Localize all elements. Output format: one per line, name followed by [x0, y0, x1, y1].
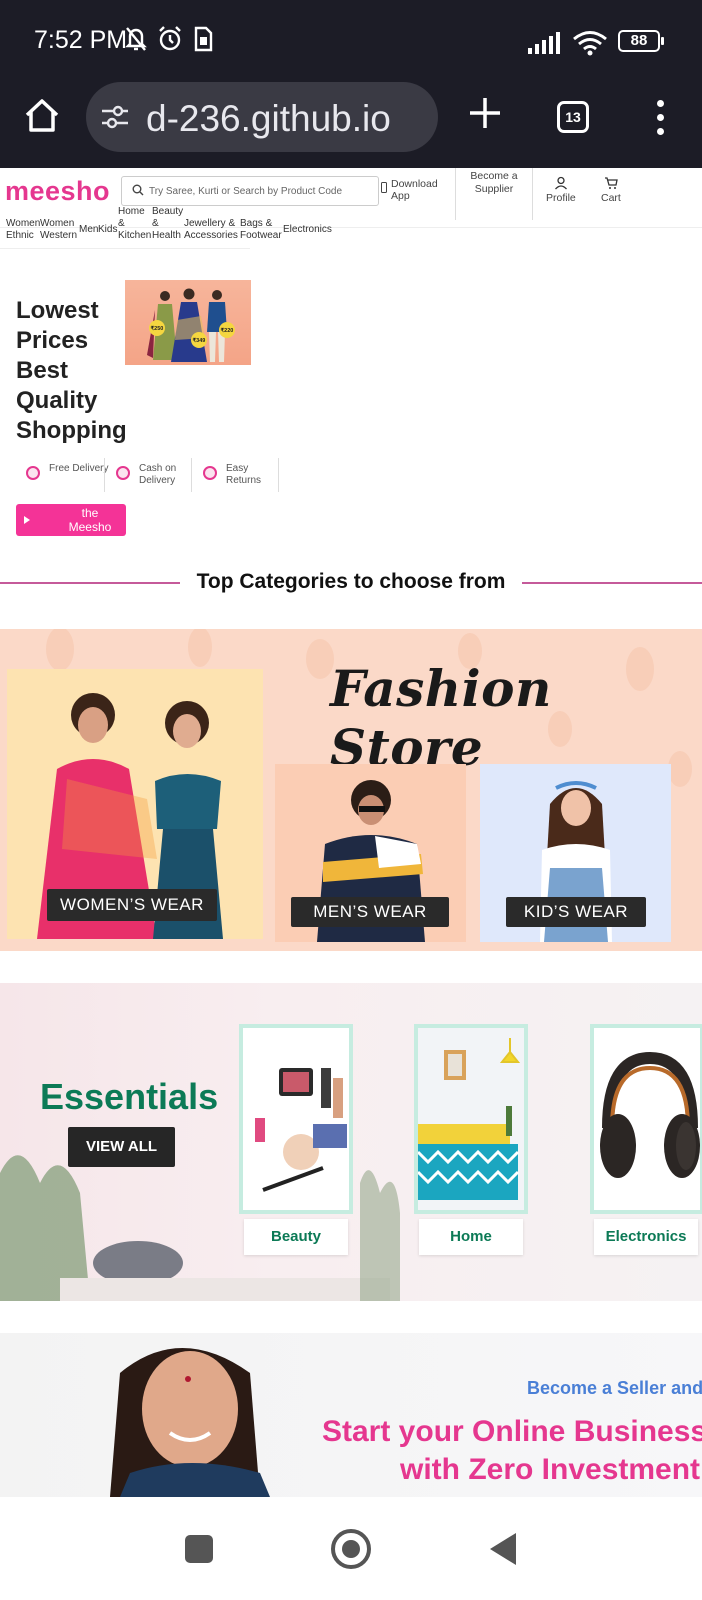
tab-switcher-button[interactable]: 13 — [557, 101, 589, 133]
cosmetics-image — [255, 1068, 347, 1192]
beauty-label[interactable]: Beauty — [244, 1219, 348, 1255]
browser-chrome: 7:52 PM 88 d-236.github.io 13 — [0, 0, 702, 168]
feature-cash-on-delivery: Cash on Delivery — [106, 458, 196, 492]
nav-bags-footwear[interactable]: Bags & Footwear — [240, 218, 284, 242]
hero-title: Lowest Prices Best Quality Shopping — [16, 297, 127, 444]
home-nav-icon[interactable] — [331, 1529, 371, 1569]
home-icon[interactable] — [22, 96, 62, 136]
mens-wear-label: MEN’S WEAR — [291, 897, 449, 927]
nav-home-kitchen[interactable]: Home & Kitchen — [118, 206, 154, 242]
sim-card-icon — [194, 26, 213, 52]
nav-women-ethnic[interactable]: Women Ethnic — [6, 218, 40, 242]
seller-headline-line1: Start your Online Business — [322, 1415, 702, 1448]
cta-label: the Meesho — [68, 506, 112, 534]
price-tag: ₹220 — [221, 327, 234, 334]
view-all-button[interactable]: VIEW ALL — [68, 1127, 175, 1167]
beauty-card-image[interactable] — [239, 1024, 353, 1214]
bell-off-icon — [125, 27, 147, 51]
wifi-icon — [573, 31, 607, 56]
profile-label: Profile — [546, 192, 576, 204]
feature-easy-returns: Easy Returns — [193, 458, 283, 492]
download-app-link[interactable]: Download App — [381, 178, 451, 202]
nav-jewellery-accessories[interactable]: Jewellery & Accessories — [184, 218, 240, 242]
seller-woman-image — [110, 1348, 270, 1497]
free-delivery-icon — [26, 466, 40, 480]
feature-label: Free Delivery — [49, 463, 109, 474]
feature-divider — [191, 458, 192, 492]
fashion-store-title: Fashion Store — [330, 659, 552, 777]
feature-label: Cash on Delivery — [139, 463, 177, 486]
seller-headline-line2: with Zero Investment — [400, 1453, 701, 1486]
search-icon — [132, 184, 144, 196]
cart-link[interactable]: Cart — [601, 176, 621, 204]
profile-link[interactable]: Profile — [546, 176, 576, 204]
site-settings-icon[interactable] — [100, 104, 130, 130]
easy-returns-icon — [203, 466, 217, 480]
address-bar[interactable]: d-236.github.io — [86, 82, 438, 152]
search-box[interactable] — [121, 176, 379, 206]
feature-divider — [104, 458, 105, 492]
home-card-image[interactable] — [414, 1024, 528, 1214]
fashion-store-banner[interactable]: Fashion Store WOMEN’S WEAR MEN’S WEAR KI… — [0, 629, 702, 951]
search-input[interactable] — [149, 181, 375, 201]
top-categories-heading-text: Top Categories to choose from — [190, 570, 512, 593]
nav-electronics[interactable]: Electronics — [283, 224, 332, 236]
top-categories-heading: Top Categories to choose from — [0, 570, 702, 594]
feature-divider — [278, 458, 279, 492]
become-seller-banner[interactable]: Become a Seller and Start your Online Bu… — [0, 1333, 702, 1497]
nav-divider — [0, 248, 250, 249]
seller-subtitle: Become a Seller and — [527, 1378, 702, 1398]
electronics-label[interactable]: Electronics — [594, 1219, 698, 1255]
womens-wear-label: WOMEN’S WEAR — [47, 889, 217, 921]
battery-indicator: 88 — [618, 30, 664, 52]
nav-women-western[interactable]: Women Western — [40, 218, 80, 242]
cart-label: Cart — [601, 192, 621, 204]
mens-wear-panel[interactable]: MEN’S WEAR — [275, 764, 466, 942]
user-icon — [554, 176, 567, 190]
feature-label: Easy Returns — [226, 463, 262, 486]
play-store-icon — [24, 516, 30, 524]
feature-strip: Free Delivery Cash on Delivery Easy Retu… — [16, 458, 286, 494]
header-divider — [532, 168, 533, 220]
back-icon[interactable] — [490, 1533, 516, 1565]
alarm-icon — [159, 26, 181, 51]
kids-wear-panel[interactable]: KID’S WEAR — [480, 764, 671, 942]
bedroom-image — [418, 1028, 524, 1210]
category-nav: Women Ethnic Women Western Men Kids Home… — [0, 206, 332, 248]
cart-icon — [604, 177, 618, 189]
status-time: 7:52 PM — [34, 26, 128, 54]
kids-wear-label: KID’S WEAR — [506, 897, 646, 927]
essentials-title: Essentials — [40, 1076, 219, 1117]
electronics-card-image[interactable] — [590, 1024, 702, 1214]
models-illustration: ₹250 ₹349 ₹220 — [147, 288, 235, 362]
become-supplier-link[interactable]: Become a Supplier — [468, 170, 520, 195]
price-tag: ₹250 — [151, 325, 164, 332]
nav-kids[interactable]: Kids — [98, 224, 117, 236]
signal-icon — [528, 32, 560, 54]
home-label[interactable]: Home — [419, 1219, 523, 1255]
header-divider — [455, 168, 456, 220]
new-tab-icon[interactable] — [466, 94, 504, 132]
price-tag: ₹349 — [193, 337, 206, 344]
recent-apps-icon[interactable] — [185, 1535, 213, 1563]
hero-models-image: ₹250 ₹349 ₹220 — [125, 280, 251, 365]
url-text: d-236.github.io — [146, 98, 391, 139]
download-meesho-button[interactable]: the Meesho — [16, 504, 126, 536]
headphones-image — [600, 1051, 700, 1178]
feature-free-delivery: Free Delivery — [16, 458, 108, 492]
womens-wear-panel[interactable]: WOMEN’S WEAR — [7, 669, 263, 939]
essentials-banner[interactable]: Essentials VIEW ALL Beauty Home Electron… — [0, 983, 702, 1301]
download-app-label: Download App — [391, 178, 438, 202]
mobile-phone-icon — [381, 182, 387, 193]
cash-on-delivery-icon — [116, 466, 130, 480]
system-nav-bar — [0, 1497, 702, 1600]
nav-beauty-health[interactable]: Beauty & Health — [152, 206, 186, 242]
nav-men[interactable]: Men — [79, 224, 98, 236]
overflow-menu-icon[interactable] — [648, 100, 672, 136]
meesho-logo[interactable]: meesho — [5, 176, 110, 207]
